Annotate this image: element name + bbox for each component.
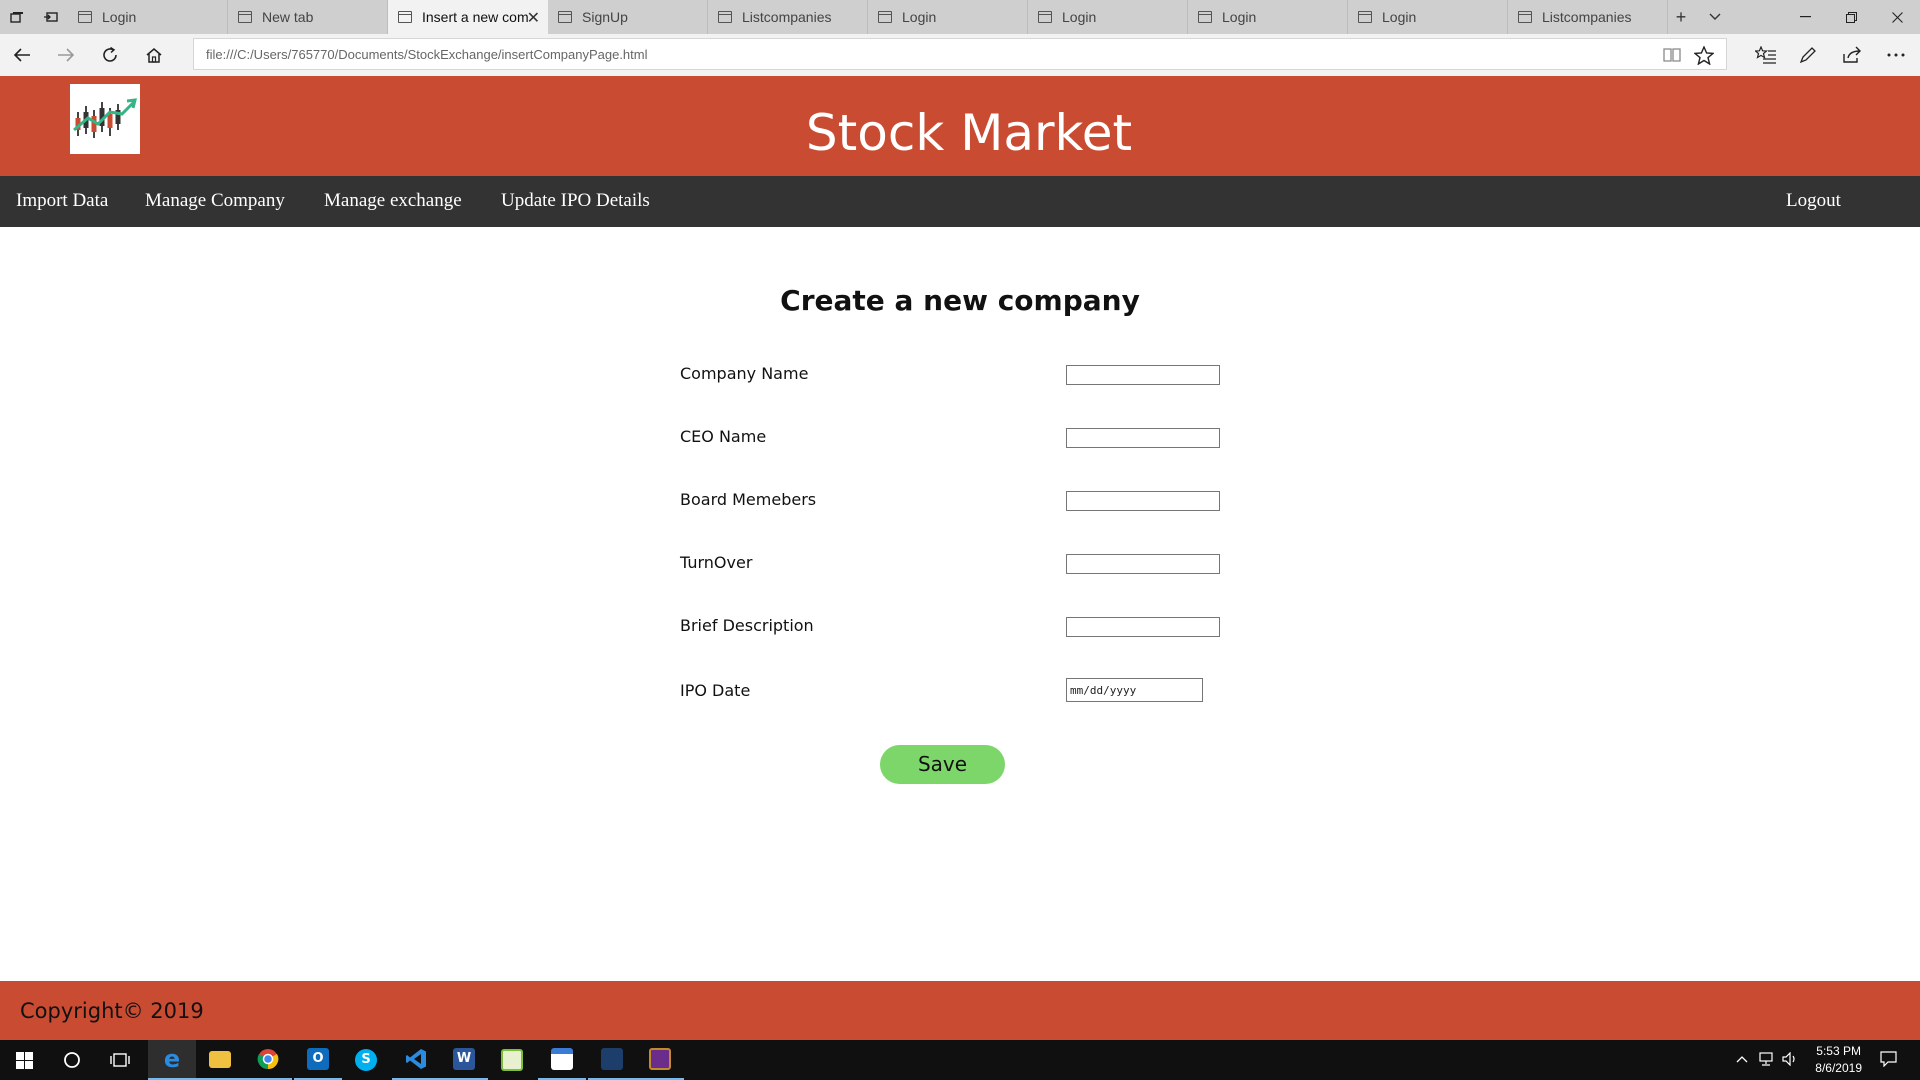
nav-update-ipo-details[interactable]: Update IPO Details xyxy=(501,190,650,212)
windows-start-icon[interactable] xyxy=(0,1040,48,1080)
page-icon xyxy=(1358,11,1372,23)
form-heading: Create a new company xyxy=(780,284,1140,317)
page-icon xyxy=(78,11,92,23)
task-view-icon[interactable] xyxy=(96,1040,144,1080)
action-center-icon[interactable] xyxy=(1880,1051,1897,1070)
outlook-icon[interactable]: O xyxy=(294,1040,342,1080)
skype-icon[interactable]: S xyxy=(342,1040,390,1080)
nav-import-data[interactable]: Import Data xyxy=(16,190,108,212)
tab-label: Login xyxy=(1062,9,1097,25)
page-icon xyxy=(1038,11,1052,23)
company-name-label: Company Name xyxy=(680,364,809,383)
back-arrow-icon[interactable] xyxy=(10,44,34,66)
page-icon xyxy=(558,11,572,23)
tab-label: Listcompanies xyxy=(1542,9,1632,25)
windows-taskbar: e O S W 5:53 PM 8/6/2019 xyxy=(0,1040,1920,1080)
browser-toolbar: file:///C:/Users/765770/Documents/StockE… xyxy=(0,34,1920,76)
browser-tab-strip: Login New tab Insert a new com ✕ SignUp … xyxy=(0,0,1920,34)
set-aside-tabs-icon[interactable] xyxy=(34,0,68,34)
vscode-icon[interactable] xyxy=(392,1040,440,1080)
reading-view-icon[interactable] xyxy=(1660,44,1684,66)
word-icon[interactable]: W xyxy=(440,1040,488,1080)
tab-label: Login xyxy=(1222,9,1257,25)
ipo-date-input[interactable]: mm/dd/yyyy xyxy=(1066,678,1203,702)
tab-label: Insert a new com xyxy=(422,9,529,25)
show-hidden-icons-chevron-icon[interactable] xyxy=(1736,1052,1748,1066)
edge-browser-icon[interactable]: e xyxy=(148,1040,196,1080)
ipo-date-label: IPO Date xyxy=(680,681,751,700)
turnover-label: TurnOver xyxy=(680,553,753,572)
site-header: Stock Market xyxy=(0,76,1920,176)
nav-manage-exchange[interactable]: Manage exchange xyxy=(324,190,462,212)
tab-label: Login xyxy=(1382,9,1417,25)
page-icon xyxy=(1198,11,1212,23)
ceo-name-label: CEO Name xyxy=(680,427,767,446)
page-icon xyxy=(398,11,412,23)
new-tab-page-icon xyxy=(238,11,252,23)
notepad-plus-icon[interactable] xyxy=(488,1040,536,1080)
board-members-input[interactable] xyxy=(1066,491,1220,511)
browser-tab[interactable]: Listcompanies xyxy=(1508,0,1668,34)
window-controls: + xyxy=(1664,0,1920,34)
browser-tab[interactable]: Login xyxy=(1348,0,1508,34)
home-icon[interactable] xyxy=(142,44,166,66)
address-bar[interactable]: file:///C:/Users/765770/Documents/StockE… xyxy=(193,38,1727,70)
tab-label: Listcompanies xyxy=(742,9,832,25)
close-window-icon[interactable] xyxy=(1874,0,1920,34)
page-icon xyxy=(718,11,732,23)
web-note-pen-icon[interactable] xyxy=(1796,44,1820,66)
browser-tab[interactable]: SignUp xyxy=(548,0,708,34)
taskbar-clock[interactable]: 5:53 PM 8/6/2019 xyxy=(1815,1043,1862,1077)
brief-description-input[interactable] xyxy=(1066,617,1220,637)
tab-label: Login xyxy=(102,9,137,25)
save-button[interactable]: Save xyxy=(880,745,1005,784)
sql-developer-icon[interactable] xyxy=(588,1040,636,1080)
company-name-input[interactable] xyxy=(1066,365,1220,385)
volume-icon[interactable] xyxy=(1782,1051,1798,1069)
more-options-icon[interactable] xyxy=(1884,44,1908,66)
restore-icon[interactable] xyxy=(1828,0,1874,34)
refresh-icon[interactable] xyxy=(98,44,122,66)
browser-tab[interactable]: Login xyxy=(1188,0,1348,34)
forward-arrow-icon[interactable] xyxy=(54,44,78,66)
game-app-icon[interactable] xyxy=(636,1040,684,1080)
browser-tab[interactable]: Listcompanies xyxy=(708,0,868,34)
file-explorer-icon[interactable] xyxy=(196,1040,244,1080)
page-title: Stock Market xyxy=(805,104,1133,162)
nav-manage-company[interactable]: Manage Company xyxy=(145,190,285,212)
clock-date: 8/6/2019 xyxy=(1815,1061,1862,1075)
tab-label: SignUp xyxy=(582,9,628,25)
browser-tab[interactable]: New tab xyxy=(228,0,388,34)
tab-label: New tab xyxy=(262,9,314,25)
board-members-label: Board Memebers xyxy=(680,490,817,509)
browser-tab[interactable]: Login xyxy=(868,0,1028,34)
tab-manager-icon[interactable] xyxy=(0,0,34,34)
site-footer: Copyright© 2019 xyxy=(0,981,1920,1040)
main-navigation: Import Data Manage Company Manage exchan… xyxy=(0,176,1920,227)
browser-tab-active[interactable]: Insert a new com ✕ xyxy=(388,0,548,34)
chrome-icon[interactable] xyxy=(244,1040,292,1080)
cortana-search-icon[interactable] xyxy=(48,1040,96,1080)
minimize-icon[interactable] xyxy=(1782,0,1828,34)
favorites-hub-icon[interactable] xyxy=(1754,44,1778,66)
page-icon xyxy=(1518,11,1532,23)
strip-spacer xyxy=(1732,0,1782,34)
ceo-name-input[interactable] xyxy=(1066,428,1220,448)
browser-tab[interactable]: Login xyxy=(68,0,228,34)
favorite-star-icon[interactable] xyxy=(1692,44,1716,66)
clock-time: 5:53 PM xyxy=(1816,1044,1861,1058)
new-tab-plus-icon[interactable]: + xyxy=(1664,0,1698,34)
copyright-text: Copyright© 2019 xyxy=(20,999,204,1023)
close-tab-icon[interactable]: ✕ xyxy=(527,8,540,28)
server-app-icon[interactable] xyxy=(538,1040,586,1080)
browser-tab[interactable]: Login xyxy=(1028,0,1188,34)
tab-preview-chevron-icon[interactable] xyxy=(1698,0,1732,34)
logout-link[interactable]: Logout xyxy=(1786,190,1841,212)
tab-label: Login xyxy=(902,9,937,25)
brief-description-label: Brief Description xyxy=(680,616,814,635)
turnover-input[interactable] xyxy=(1066,554,1220,574)
share-icon[interactable] xyxy=(1840,44,1864,66)
network-icon[interactable] xyxy=(1758,1052,1774,1069)
page-icon xyxy=(878,11,892,23)
